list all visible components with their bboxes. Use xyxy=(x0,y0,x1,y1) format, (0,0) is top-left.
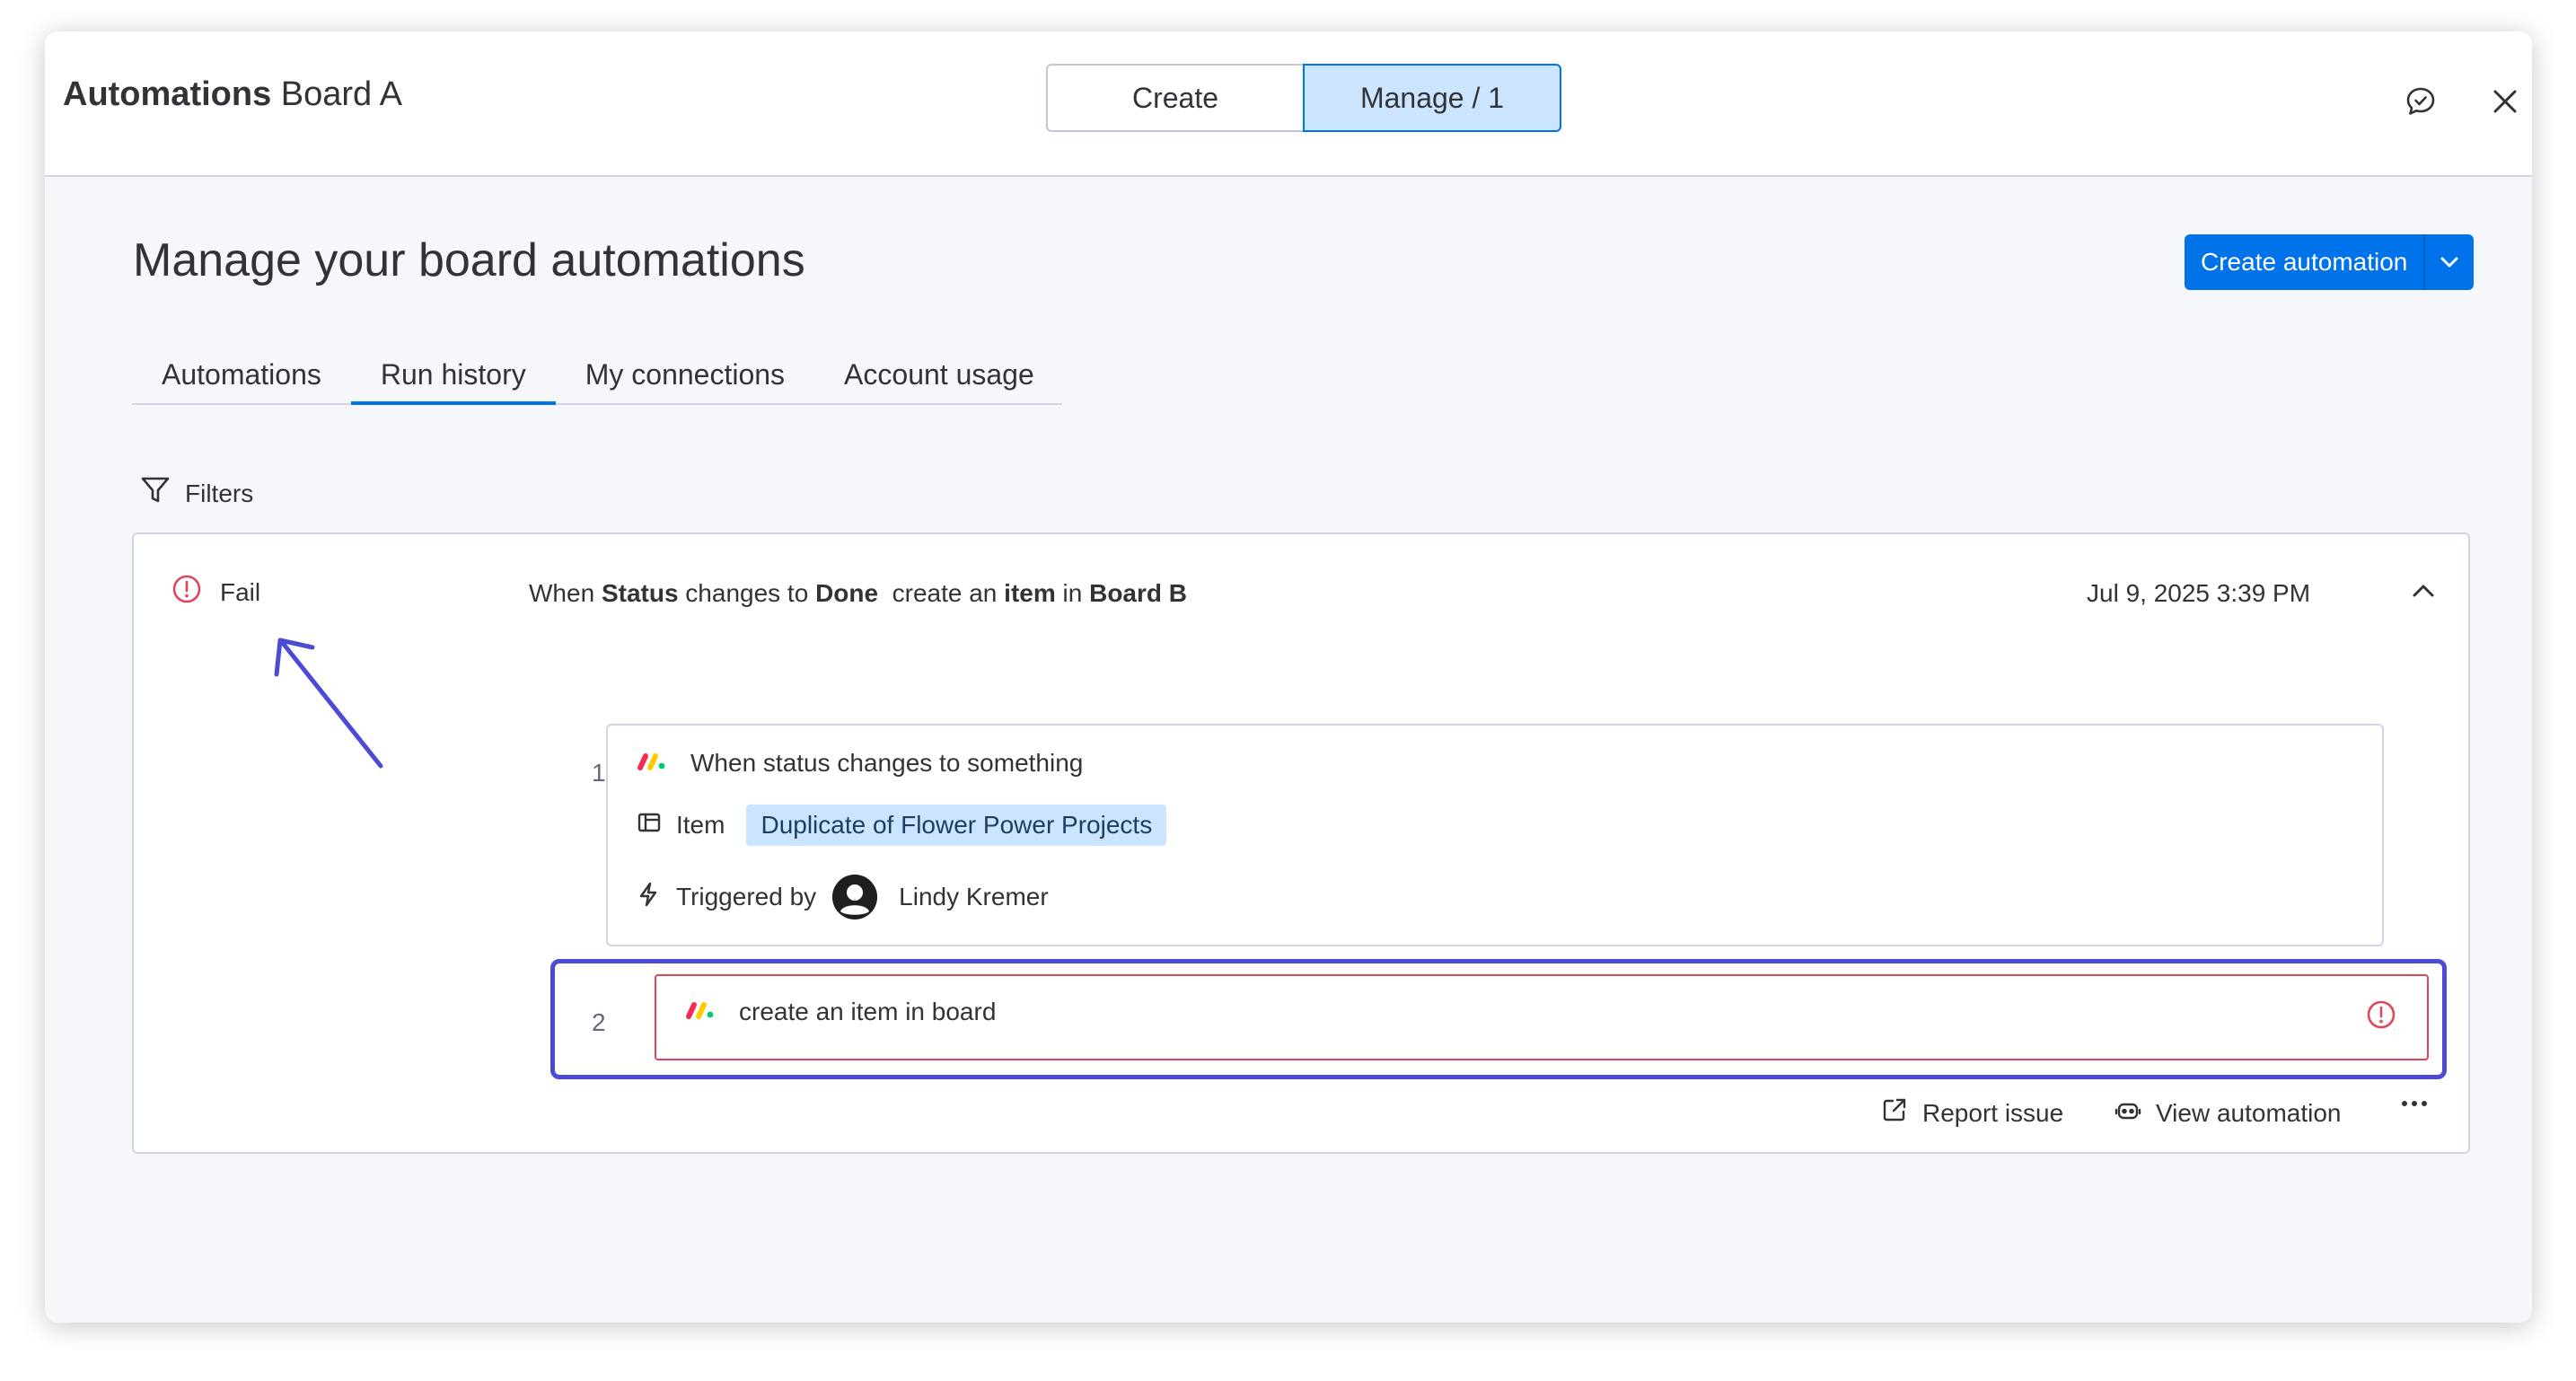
trigger-title: When status changes to something xyxy=(690,749,1084,777)
trigger-step-card: When status changes to something Item Du… xyxy=(606,724,2384,946)
item-icon xyxy=(637,810,662,841)
desc-bold: Board B xyxy=(1089,579,1188,607)
trigger-user-row: Triggered by Lindy Kremer xyxy=(637,875,1049,919)
run-status: Fail xyxy=(171,574,260,611)
status-label: Fail xyxy=(220,577,261,606)
create-automation-button[interactable]: Create automation xyxy=(2185,234,2426,290)
view-automation-label: View automation xyxy=(2156,1098,2342,1127)
action-title: create an item in board xyxy=(739,998,997,1025)
failed-action-step-card[interactable]: create an item in board xyxy=(655,974,2429,1060)
chevron-up-icon[interactable] xyxy=(2401,568,2446,613)
filter-icon xyxy=(140,475,171,512)
desc-text: When xyxy=(529,579,602,607)
lightning-icon xyxy=(637,881,660,914)
monday-logo-icon xyxy=(637,749,667,778)
action-title-row: create an item in board xyxy=(685,998,996,1026)
mode-switcher: Create Manage / 1 xyxy=(1046,64,1561,132)
page-title: Manage your board automations xyxy=(133,234,805,286)
tab-bar: Automations Run history My connections A… xyxy=(132,346,1062,405)
trigger-item-row: Item Duplicate of Flower Power Projects xyxy=(637,805,1167,846)
desc-text: create an xyxy=(878,579,1005,607)
error-icon[interactable] xyxy=(2366,999,2396,1034)
step-number: 1 xyxy=(592,759,606,787)
report-issue-button[interactable]: Report issue xyxy=(1881,1096,2063,1130)
modal-title: Automations Board A xyxy=(63,76,402,112)
desc-text: changes to xyxy=(678,579,816,607)
automations-modal: Automations Board A Create Manage / 1 Ma… xyxy=(45,31,2532,1323)
avatar xyxy=(832,875,878,919)
trigger-title-row: When status changes to something xyxy=(637,749,1083,778)
monday-logo-icon xyxy=(685,998,716,1026)
desc-bold: item xyxy=(1004,579,1056,607)
desc-bold: Done xyxy=(815,579,879,607)
create-automation-split-button: Create automation xyxy=(2185,234,2475,290)
manage-segment-button[interactable]: Manage / 1 xyxy=(1303,64,1561,132)
triggered-user-name: Lindy Kremer xyxy=(899,883,1049,910)
tab-automations[interactable]: Automations xyxy=(132,346,351,403)
tab-run-history[interactable]: Run history xyxy=(350,346,556,405)
robot-icon xyxy=(2114,1096,2141,1130)
triggered-by-label: Triggered by xyxy=(676,883,817,910)
feedback-icon[interactable] xyxy=(2394,75,2448,128)
item-label: Item xyxy=(676,811,725,839)
tab-account-usage[interactable]: Account usage xyxy=(814,346,1064,403)
error-icon xyxy=(171,574,202,611)
report-issue-label: Report issue xyxy=(1922,1098,2064,1127)
run-entry-header[interactable]: Fail When Status changes to Done create … xyxy=(134,534,2468,651)
title-automations: Automations xyxy=(63,75,272,113)
filters-button[interactable]: Filters xyxy=(140,475,253,512)
close-icon[interactable] xyxy=(2478,75,2532,128)
view-automation-button[interactable]: View automation xyxy=(2114,1096,2342,1130)
filters-label: Filters xyxy=(185,479,254,507)
title-board-name: Board A xyxy=(280,75,402,113)
create-segment-button[interactable]: Create xyxy=(1046,64,1305,132)
chevron-down-icon[interactable] xyxy=(2425,234,2474,290)
run-timestamp: Jul 9, 2025 3:39 PM xyxy=(2087,579,2311,607)
tab-my-connections[interactable]: My connections xyxy=(556,346,814,403)
modal-header: Automations Board A Create Manage / 1 xyxy=(45,31,2532,177)
external-link-icon xyxy=(1881,1096,1908,1130)
more-options-icon[interactable] xyxy=(2398,1087,2431,1120)
desc-text: in xyxy=(1055,579,1090,607)
automation-description: When Status changes to Done create an it… xyxy=(529,579,1187,608)
desc-bold: Status xyxy=(601,579,679,607)
item-chip[interactable]: Duplicate of Flower Power Projects xyxy=(746,805,1167,846)
annotation-arrow-icon xyxy=(260,624,404,781)
